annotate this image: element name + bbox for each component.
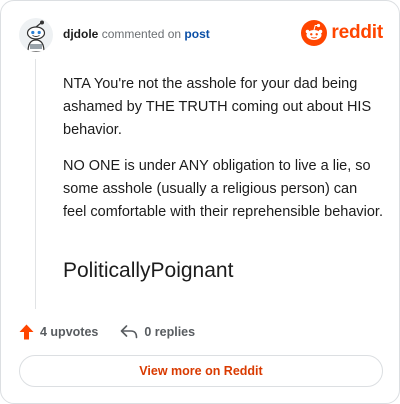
thread-line <box>35 59 36 309</box>
snoo-avatar-icon[interactable] <box>19 18 53 52</box>
reddit-brand[interactable]: reddit <box>301 19 383 47</box>
comment-body: NTA You're not the asshole for your dad … <box>63 73 383 237</box>
reply-count: 0 replies <box>144 325 196 339</box>
reply-arrow-icon <box>121 325 138 339</box>
reddit-logo-icon <box>301 20 328 46</box>
replies-button[interactable]: 0 replies <box>120 325 195 339</box>
upvote-count: 4 upvotes <box>40 325 99 339</box>
comment-paragraph-2: NO ONE is under ANY obligation to live a… <box>63 158 383 220</box>
comment-header: djdole commented on post reddit <box>17 15 383 55</box>
view-more-button[interactable]: View more on Reddit <box>19 355 383 387</box>
username-link[interactable]: djdole <box>63 27 98 41</box>
commented-on-text: commented on <box>101 27 182 41</box>
comment-actions: 4 upvotes 0 replies <box>19 321 195 343</box>
upvote-button[interactable]: 4 upvotes <box>19 324 98 340</box>
reddit-wordmark: reddit <box>331 22 383 43</box>
upvote-arrow-icon <box>19 324 34 340</box>
comment-meta: djdole commented on post <box>63 27 210 41</box>
comment-signature: PoliticallyPoignant <box>63 259 234 282</box>
post-link[interactable]: post <box>184 27 209 41</box>
comment-embed-card: djdole commented on post reddit NTA You'… <box>0 0 400 404</box>
comment-paragraph-1: NTA You're not the asshole for your dad … <box>63 76 372 138</box>
